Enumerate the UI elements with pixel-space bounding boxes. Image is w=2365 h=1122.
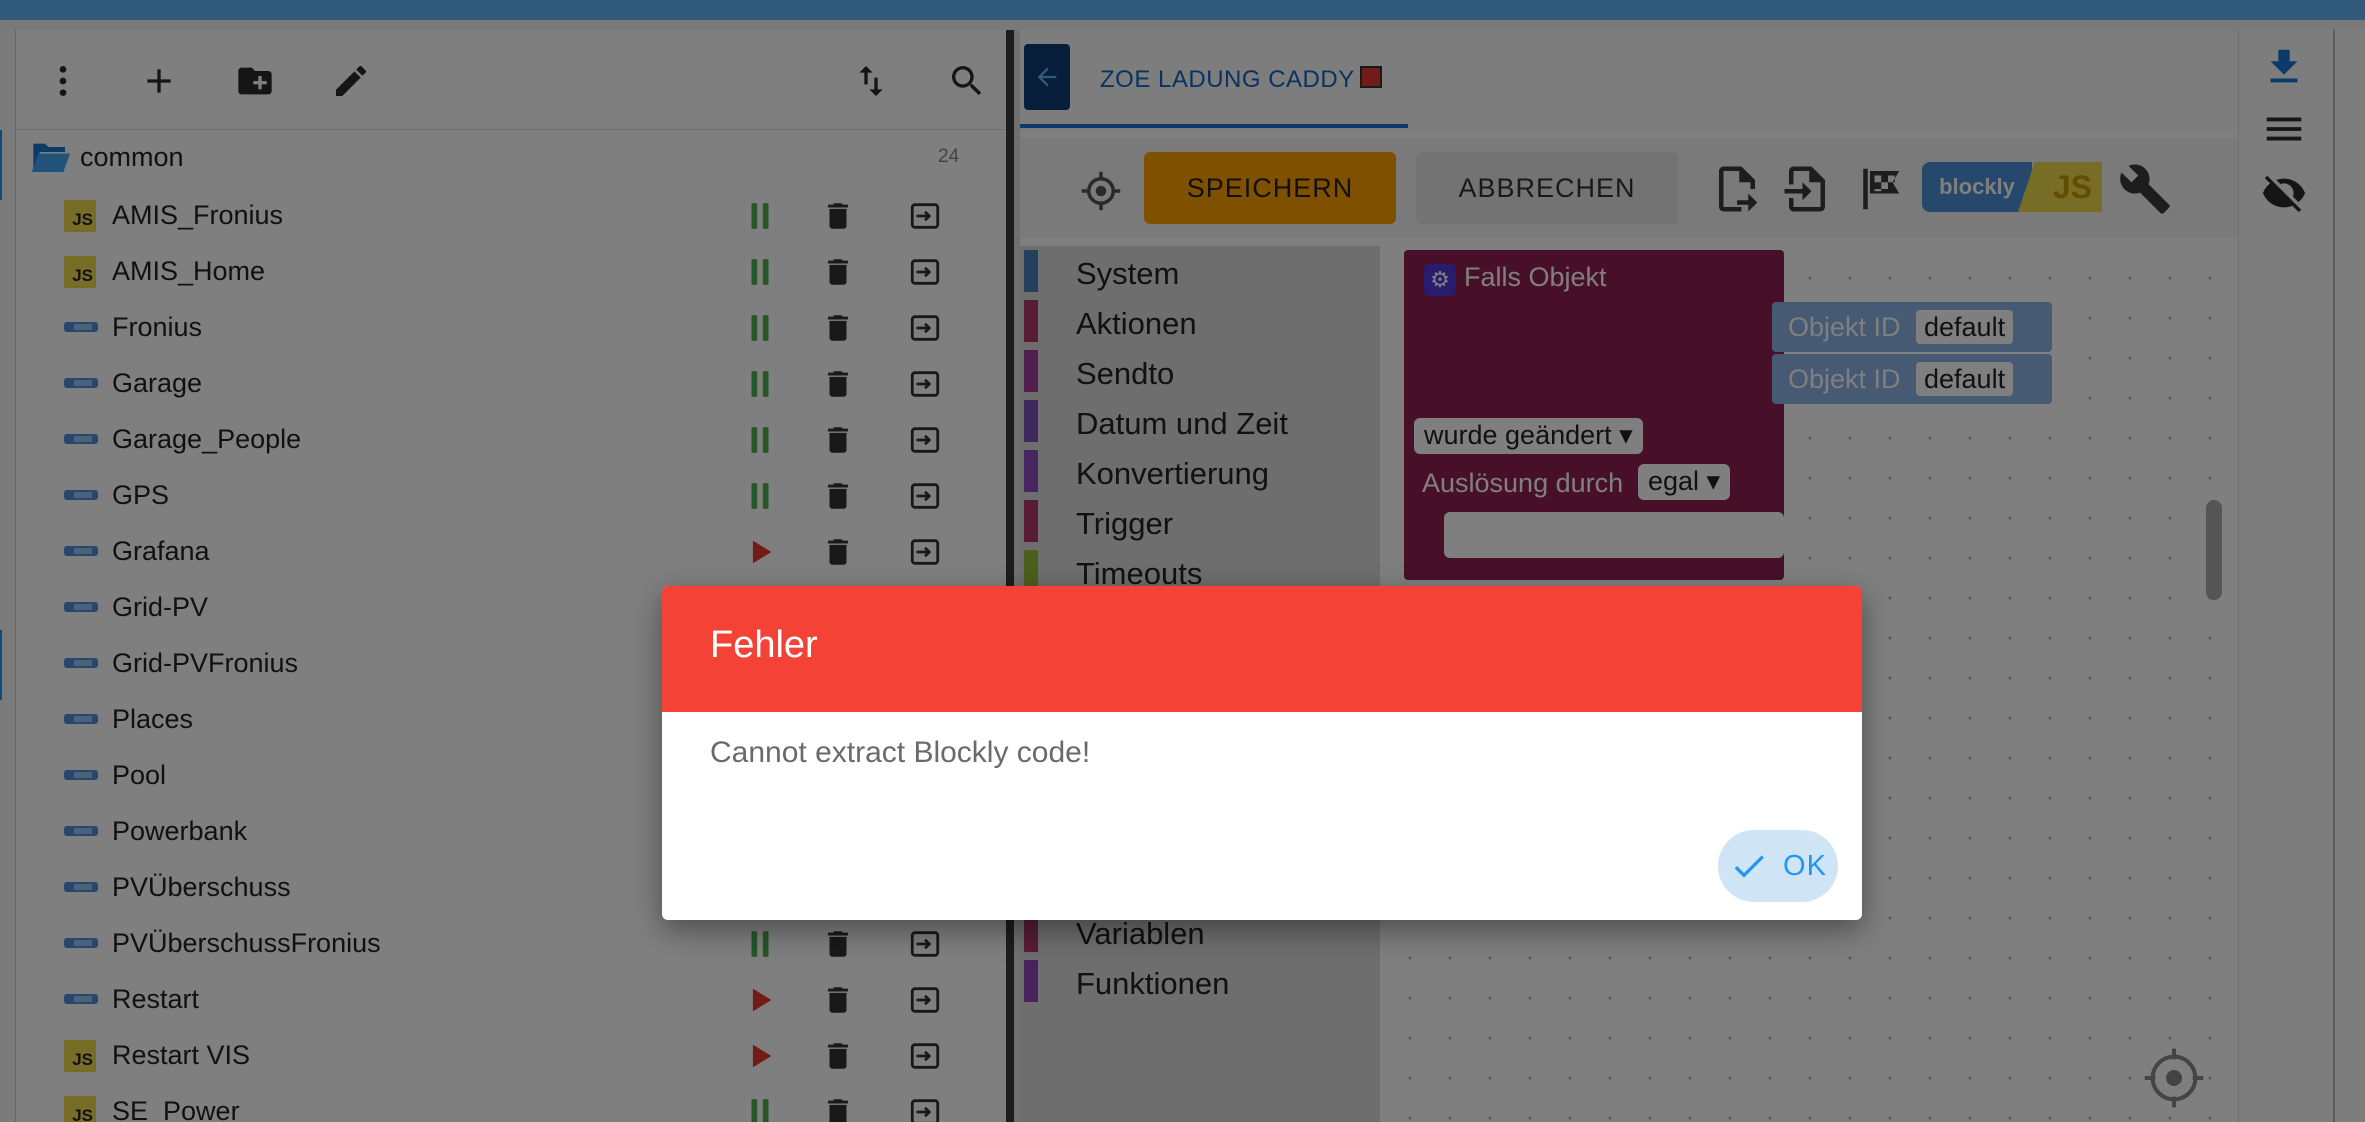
dialog-header: Fehler	[662, 586, 1862, 712]
dialog-title: Fehler	[710, 624, 818, 666]
dialog-message: Cannot extract Blockly code!	[710, 736, 1091, 769]
error-dialog: Fehler Cannot extract Blockly code! OK	[662, 586, 1862, 920]
modal-backdrop[interactable]	[0, 0, 2365, 1122]
check-icon	[1734, 855, 1765, 878]
ok-label: OK	[1783, 849, 1827, 882]
ok-button[interactable]: OK	[1718, 830, 1838, 902]
